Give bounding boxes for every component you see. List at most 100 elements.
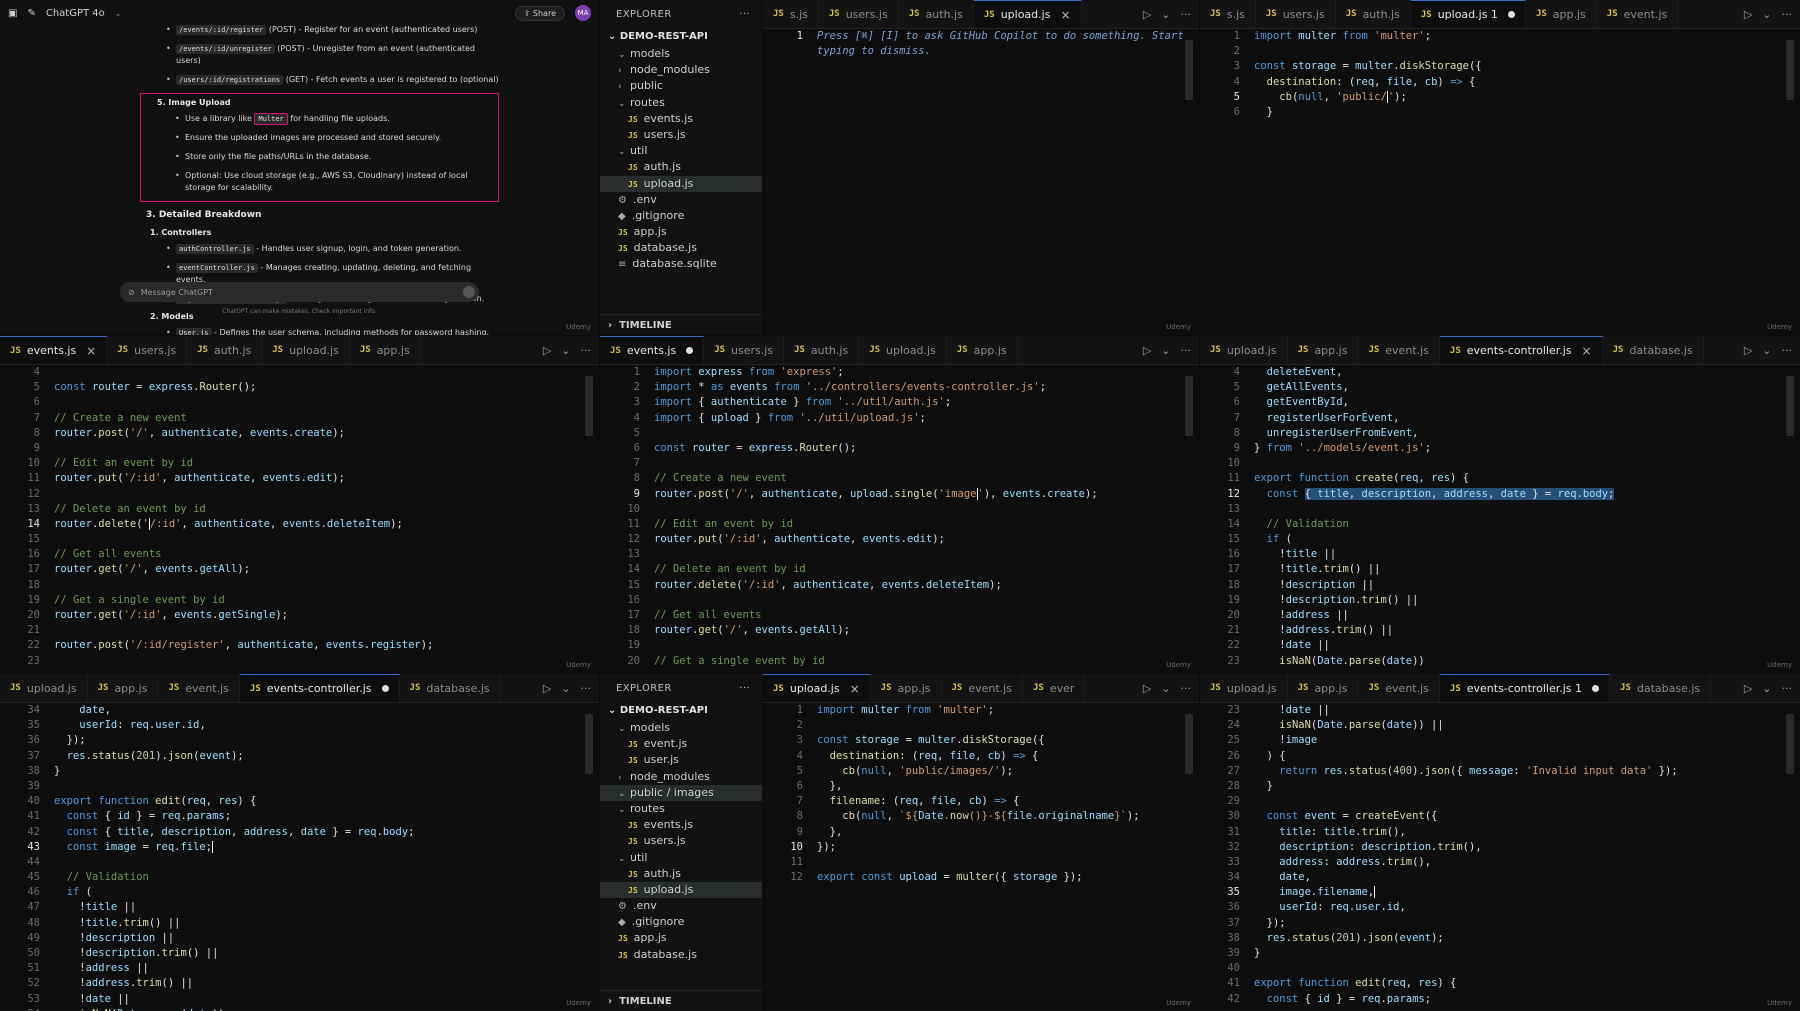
editor-tab[interactable]: JS app.js — [947, 336, 1018, 364]
chat-message-input[interactable]: ⊘ Message ChatGPT — [120, 282, 479, 302]
editor-tab[interactable]: JS users.js — [107, 336, 188, 364]
editor-tab[interactable]: JS app.js — [88, 674, 159, 702]
more-actions-icon[interactable]: ··· — [581, 344, 592, 357]
explorer-item[interactable]: JS upload.js — [600, 175, 762, 192]
editor-tab[interactable]: JS events-controller.js × — [1439, 336, 1603, 364]
editor-tab[interactable]: JS users.js — [704, 336, 785, 364]
explorer-item[interactable]: › public — [600, 78, 762, 94]
editor-tab[interactable]: JS app.js — [1526, 0, 1597, 28]
more-actions-icon[interactable]: ··· — [1181, 344, 1192, 357]
chevron-down-icon[interactable]: ⌄ — [561, 344, 570, 357]
editor-tab[interactable]: JS event.js — [1597, 0, 1679, 28]
explorer-item[interactable]: ⌄ models — [600, 720, 762, 736]
editor-tab[interactable]: JS event.js — [1358, 674, 1440, 702]
close-icon[interactable]: × — [850, 682, 860, 696]
explorer-item[interactable]: ⌄ models — [600, 46, 762, 62]
code-editor[interactable]: 34 date, 35 userId: req.user.id, 36 }); 37 … — [0, 703, 599, 1011]
run-icon[interactable]: ▷ — [1143, 682, 1151, 695]
code-editor[interactable]: 4 deleteEvent, 5 getAllEvents, 6 getEventB… — [1200, 365, 1800, 673]
explorer-item[interactable]: › node_modules — [600, 769, 762, 785]
explorer-item[interactable]: JS upload.js — [600, 881, 762, 899]
editor-tab[interactable]: JS s.js — [1200, 0, 1256, 28]
chevron-down-icon[interactable]: ⌄ — [1161, 8, 1170, 21]
explorer-item[interactable]: JS auth.js — [600, 866, 762, 882]
editor-tab[interactable]: JS event.js — [1358, 336, 1440, 364]
run-icon[interactable]: ▷ — [1744, 344, 1752, 357]
model-selector[interactable]: ChatGPT 4o — [46, 8, 105, 19]
project-folder[interactable]: ⌄ DEMO-REST-API — [600, 28, 762, 46]
explorer-item[interactable]: JS events.js — [600, 817, 762, 833]
close-icon[interactable]: × — [1582, 344, 1592, 358]
editor-tab[interactable]: JS upload.js × — [973, 0, 1082, 28]
scrollbar[interactable] — [1185, 714, 1193, 774]
chevron-down-icon[interactable]: ⌄ — [1762, 344, 1771, 357]
scrollbar[interactable] — [1786, 376, 1794, 436]
editor-tab[interactable]: JS upload.js — [1200, 336, 1288, 364]
explorer-item[interactable]: JS database.js — [600, 947, 762, 963]
explorer-item[interactable]: JS app.js — [600, 930, 762, 946]
chevron-down-icon[interactable]: ⌄ — [1161, 344, 1170, 357]
editor-tab[interactable]: JS database.js — [1610, 674, 1712, 702]
editor-tab[interactable]: JS ever — [1023, 674, 1086, 702]
explorer-item[interactable]: › node_modules — [600, 62, 762, 78]
editor-tab[interactable]: JS users.js — [1256, 0, 1336, 28]
explorer-item[interactable]: ⚙ .env — [600, 898, 762, 914]
close-icon[interactable]: × — [1060, 8, 1070, 22]
scrollbar[interactable] — [585, 714, 593, 774]
unsaved-indicator[interactable] — [1507, 11, 1515, 18]
editor-tab[interactable]: JS events.js × — [0, 336, 108, 364]
sidebar-toggle-icon[interactable]: ▣ — [8, 8, 17, 19]
editor-tab[interactable]: JS event.js — [158, 674, 240, 702]
editor-tab[interactable]: JS database.js — [1603, 336, 1704, 364]
explorer-item[interactable]: ⌄ util — [600, 850, 762, 866]
editor-tab[interactable]: JS events.js — [600, 336, 705, 364]
run-icon[interactable]: ▷ — [1744, 682, 1752, 695]
explorer-item[interactable]: ⚙ .env — [600, 192, 762, 208]
explorer-item[interactable]: JS app.js — [600, 224, 762, 240]
scrollbar[interactable] — [585, 376, 593, 436]
scrollbar[interactable] — [1185, 40, 1193, 100]
explorer-item[interactable]: JS event.js — [600, 736, 762, 752]
avatar[interactable]: MA — [575, 5, 591, 21]
chevron-down-icon[interactable]: ⌄ — [1762, 8, 1771, 21]
run-icon[interactable]: ▷ — [1744, 8, 1752, 21]
more-actions-icon[interactable]: ··· — [1782, 8, 1793, 21]
run-icon[interactable]: ▷ — [1143, 8, 1151, 21]
editor-tab[interactable]: JS database.js — [400, 674, 501, 702]
editor-tab[interactable]: JS event.js — [942, 674, 1023, 702]
editor-tab[interactable]: JS auth.js — [899, 0, 974, 28]
editor-tab[interactable]: JS app.js — [1288, 336, 1359, 364]
editor-tab[interactable]: JS app.js — [871, 674, 942, 702]
scrollbar[interactable] — [1786, 714, 1794, 774]
close-icon[interactable]: × — [86, 344, 96, 358]
chevron-down-icon[interactable]: ⌄ — [1762, 682, 1771, 695]
scrollbar[interactable] — [1786, 40, 1794, 100]
editor-tab[interactable]: JS events-controller.js 1 — [1439, 674, 1611, 702]
explorer-item[interactable]: ⌄ routes — [600, 801, 762, 817]
project-folder[interactable]: ⌄ DEMO-REST-API — [600, 702, 762, 720]
more-actions-icon[interactable]: ··· — [1782, 344, 1793, 357]
run-icon[interactable]: ▷ — [543, 682, 551, 695]
editor-tab[interactable]: JS upload.js × — [763, 674, 871, 702]
new-chat-icon[interactable]: ✎ — [27, 8, 35, 19]
unsaved-indicator[interactable] — [381, 685, 389, 692]
editor-tab[interactable]: JS users.js — [819, 0, 899, 28]
unsaved-indicator[interactable] — [1592, 685, 1600, 692]
send-button[interactable] — [463, 286, 475, 298]
more-actions-icon[interactable]: ··· — [1782, 682, 1793, 695]
more-actions-icon[interactable]: ··· — [581, 682, 592, 695]
explorer-item[interactable]: JS users.js — [600, 127, 762, 143]
explorer-item[interactable]: ◆ .gitignore — [600, 914, 762, 930]
explorer-item[interactable]: JS auth.js — [600, 159, 762, 175]
explorer-item[interactable]: ⌄ util — [600, 143, 762, 159]
editor-tab[interactable]: JS auth.js — [1336, 0, 1411, 28]
timeline-section[interactable]: › TIMELINE — [600, 314, 762, 335]
editor-tab[interactable]: JS auth.js — [784, 336, 860, 364]
editor-tab[interactable]: JS upload.js — [262, 336, 350, 364]
code-editor[interactable]: 1 Press [⌘] [I] to ask GitHub Copilot to … — [763, 29, 1199, 335]
editor-tab[interactable]: JS upload.js — [1200, 674, 1288, 702]
explorer-item[interactable]: JS events.js — [600, 111, 762, 127]
editor-tab[interactable]: JS upload.js — [0, 674, 88, 702]
editor-tab[interactable]: JS upload.js — [859, 336, 947, 364]
explorer-item[interactable]: JS users.js — [600, 833, 762, 849]
